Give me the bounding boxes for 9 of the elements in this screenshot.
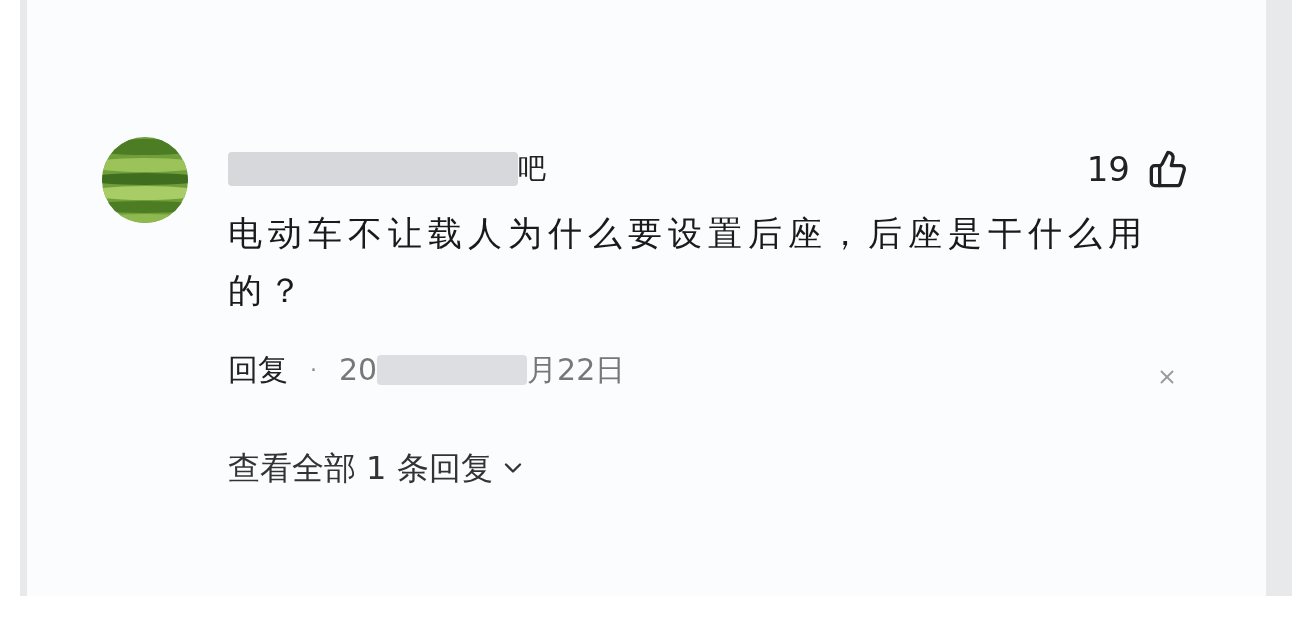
separator: · [309, 356, 317, 384]
comment-date: 月22日 [527, 351, 626, 389]
reply-button[interactable]: 回复 [227, 347, 288, 392]
like-count: 19 [1086, 147, 1130, 191]
comment-date: 20 [338, 351, 378, 389]
view-replies-link[interactable]: 查看全部 1 条回复 [227, 444, 527, 492]
comment-text: 电动车不让载人为什么要设置后座，后座是干什么用的？ [227, 212, 1149, 312]
like-icon[interactable] [1147, 149, 1188, 189]
author-name: 吧 [517, 151, 546, 187]
